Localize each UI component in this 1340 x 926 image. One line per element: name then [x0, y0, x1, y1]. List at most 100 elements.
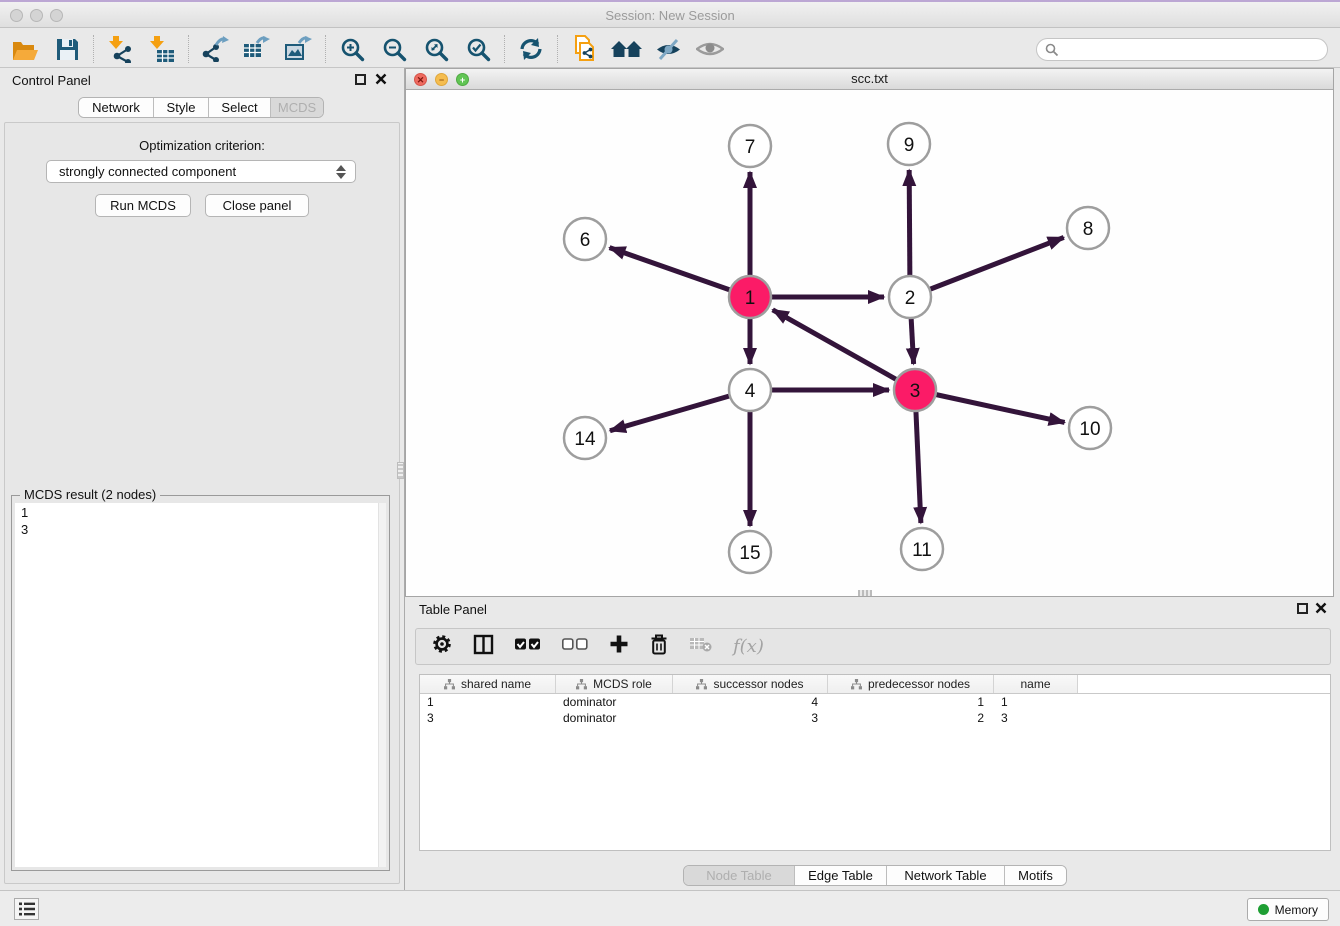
column-header-predecessor-nodes[interactable]: predecessor nodes [828, 675, 994, 693]
criterion-value: strongly connected component [59, 164, 236, 179]
horizontal-splitter-grip[interactable] [858, 590, 872, 596]
edge-2-8[interactable] [910, 237, 1064, 297]
mcds-panel: Optimization criterion: strongly connect… [4, 122, 400, 884]
node-8[interactable]: 8 [1067, 207, 1109, 249]
table-mode-gear-icon[interactable] [432, 634, 452, 659]
panel-splitter-grip[interactable] [397, 462, 404, 479]
export-table-icon[interactable] [236, 33, 278, 65]
svg-text:1: 1 [745, 288, 756, 309]
toolbar-separator [504, 35, 505, 63]
open-session-icon[interactable] [4, 33, 46, 65]
window-title: Session: New Session [0, 8, 1340, 23]
node-2[interactable]: 2 [889, 276, 931, 318]
svg-text:11: 11 [912, 540, 932, 561]
control-panel-header: Control Panel [0, 68, 404, 92]
export-network-icon[interactable] [194, 33, 236, 65]
deselect-all-icon[interactable] [562, 637, 588, 656]
tab-network[interactable]: Network [79, 98, 153, 117]
search-box[interactable] [1036, 38, 1328, 61]
create-column-plus-icon[interactable] [609, 634, 629, 659]
toolbar-separator [188, 35, 189, 63]
network-window-titlebar[interactable]: ✕ − + scc.txt [406, 69, 1333, 90]
delete-table-icon[interactable] [689, 636, 712, 657]
result-scrollbar[interactable] [378, 503, 386, 867]
import-table-icon[interactable] [141, 33, 183, 65]
show-all-eye-icon[interactable] [689, 33, 731, 65]
close-panel-icon[interactable] [375, 73, 387, 85]
criterion-dropdown[interactable]: strongly connected component [46, 160, 356, 183]
edge-3-10[interactable] [915, 390, 1065, 422]
hide-selected-eye-slash-icon[interactable] [647, 33, 689, 65]
function-builder-icon[interactable]: f(x) [733, 636, 764, 657]
control-panel: Control Panel Network Style Select MCDS … [0, 68, 405, 890]
tab-motifs[interactable]: Motifs [1004, 866, 1066, 885]
tab-edge-table[interactable]: Edge Table [794, 866, 886, 885]
float-panel-icon[interactable] [355, 74, 366, 85]
edge-1-6[interactable] [610, 248, 750, 297]
column-type-icon [444, 679, 455, 690]
table-header-row: shared name MCDS role successor nodes pr… [420, 675, 1330, 694]
node-11[interactable]: 11 [901, 528, 943, 570]
close-panel-button[interactable]: Close panel [205, 194, 309, 217]
node-7[interactable]: 7 [729, 125, 771, 167]
column-header-successor-nodes[interactable]: successor nodes [673, 675, 828, 693]
zoom-out-icon[interactable] [373, 33, 415, 65]
node-9[interactable]: 9 [888, 123, 930, 165]
show-columns-icon[interactable] [473, 634, 494, 660]
table-row[interactable]: 3 dominator 3 2 3 [420, 710, 1330, 726]
column-header-name[interactable]: name [994, 675, 1078, 693]
close-table-panel-icon[interactable] [1315, 602, 1327, 614]
tab-network-table[interactable]: Network Table [886, 866, 1004, 885]
delete-columns-trash-icon[interactable] [650, 634, 668, 660]
task-history-button[interactable] [14, 898, 39, 920]
mcds-result-text[interactable]: 1 3 [15, 503, 386, 867]
node-14[interactable]: 14 [564, 417, 606, 459]
network-graph: 7 9 6 8 1 2 4 3 14 10 15 11 [406, 90, 1333, 596]
column-header-shared-name[interactable]: shared name [420, 675, 556, 693]
tab-select[interactable]: Select [208, 98, 270, 117]
table-row[interactable]: 1 dominator 4 1 1 [420, 694, 1330, 710]
save-session-icon[interactable] [46, 33, 88, 65]
main-toolbar [0, 31, 1340, 68]
node-10[interactable]: 10 [1069, 407, 1111, 449]
zoom-in-icon[interactable] [331, 33, 373, 65]
network-window-title: scc.txt [406, 69, 1333, 89]
network-maximize-button[interactable]: + [456, 73, 469, 86]
svg-text:8: 8 [1083, 219, 1094, 240]
cell-name: 3 [994, 710, 1078, 726]
toolbar-separator [325, 35, 326, 63]
network-view-window: ✕ − + scc.txt 7 9 6 8 1 2 4 3 14 10 15 11 [405, 68, 1334, 597]
import-network-icon[interactable] [99, 33, 141, 65]
tab-style[interactable]: Style [153, 98, 208, 117]
home-icon[interactable] [605, 33, 647, 65]
float-table-panel-icon[interactable] [1297, 603, 1308, 614]
cell-successor-nodes: 4 [673, 694, 828, 710]
cell-mcds-role: dominator [556, 694, 673, 710]
run-mcds-button[interactable]: Run MCDS [95, 194, 191, 217]
network-minimize-button[interactable]: − [435, 73, 448, 86]
zoom-selected-icon[interactable] [457, 33, 499, 65]
network-close-button[interactable]: ✕ [414, 73, 427, 86]
refresh-icon[interactable] [510, 33, 552, 65]
node-6[interactable]: 6 [564, 218, 606, 260]
toolbar-separator [557, 35, 558, 63]
dropdown-stepper-icon [336, 164, 346, 180]
node-1[interactable]: 1 [729, 276, 771, 318]
export-image-icon[interactable] [278, 33, 320, 65]
svg-text:6: 6 [580, 230, 591, 251]
node-15[interactable]: 15 [729, 531, 771, 573]
edge-3-1[interactable] [773, 310, 915, 390]
duplicate-network-icon[interactable] [563, 33, 605, 65]
select-all-icon[interactable] [515, 637, 541, 656]
tab-node-table[interactable]: Node Table [684, 866, 794, 885]
search-input[interactable] [1059, 41, 1327, 59]
table-tab-bar: Node Table Edge Table Network Table Moti… [683, 865, 1067, 886]
svg-text:14: 14 [574, 429, 596, 450]
column-header-mcds-role[interactable]: MCDS role [556, 675, 673, 693]
memory-button[interactable]: Memory [1247, 898, 1329, 921]
node-3[interactable]: 3 [894, 369, 936, 411]
tab-mcds[interactable]: MCDS [270, 98, 323, 117]
network-canvas[interactable]: 7 9 6 8 1 2 4 3 14 10 15 11 [406, 90, 1333, 596]
node-4[interactable]: 4 [729, 369, 771, 411]
zoom-fit-icon[interactable] [415, 33, 457, 65]
